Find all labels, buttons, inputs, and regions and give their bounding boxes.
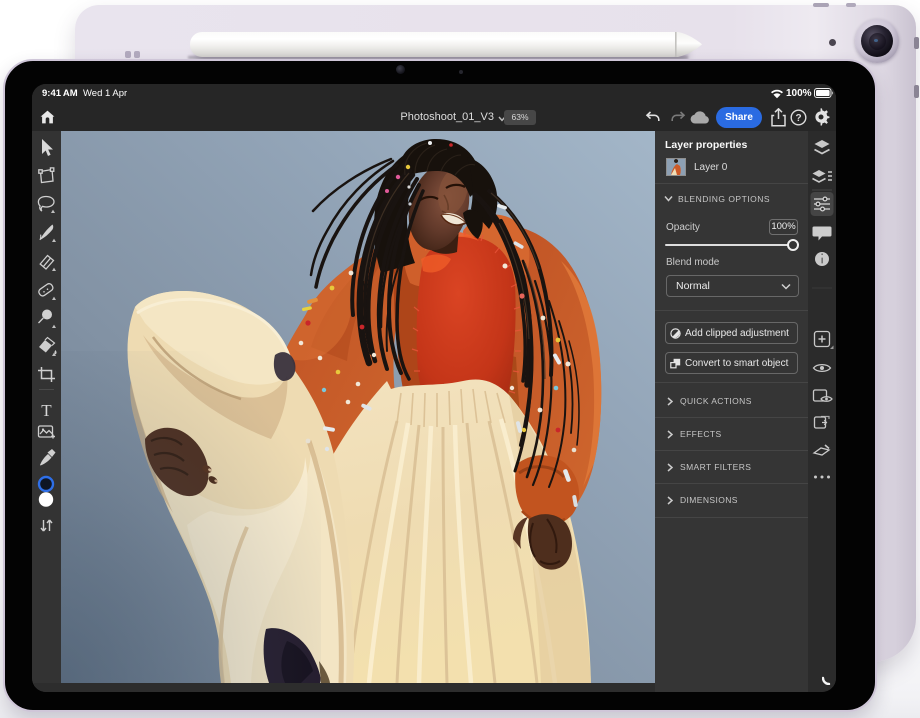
svg-text:?: ? [795,113,801,124]
svg-text:T: T [41,401,52,420]
